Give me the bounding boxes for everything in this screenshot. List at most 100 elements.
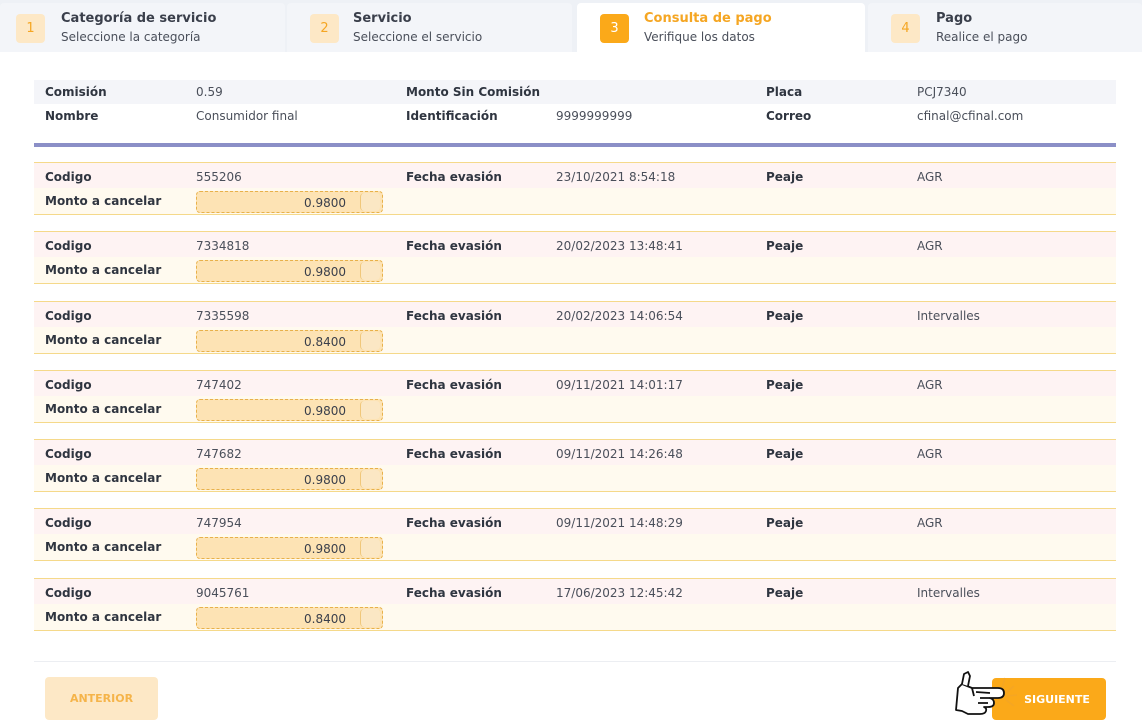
fecha-value: 23/10/2021 8:54:18: [556, 170, 676, 184]
fecha-label: Fecha evasión: [406, 585, 502, 600]
monto-label: Monto a cancelar: [45, 263, 162, 278]
monto-label: Monto a cancelar: [45, 540, 162, 555]
payment-summary: Comisión 0.59 Monto Sin Comisión Placa P…: [34, 80, 1116, 128]
monto-label: Monto a cancelar: [45, 609, 162, 624]
fecha-label: Fecha evasión: [406, 308, 502, 323]
correo-value: cfinal@cfinal.com: [917, 109, 1024, 123]
step-title: Categoría de servicio: [61, 11, 217, 26]
peaje-label: Peaje: [766, 447, 804, 462]
spinner-button[interactable]: [360, 193, 380, 211]
codigo-label: Codigo: [45, 170, 92, 184]
fecha-value: 17/06/2023 12:45:42: [556, 585, 683, 600]
step-number: 1: [16, 14, 45, 43]
monto-value: 0.9800: [304, 542, 346, 557]
monto-input[interactable]: 0.9800: [196, 191, 383, 213]
fecha-label: Fecha evasión: [406, 447, 502, 462]
step-number: 3: [600, 14, 629, 43]
peaje-value: Intervalles: [917, 585, 980, 600]
monto-value: 0.9800: [304, 265, 346, 280]
fecha-value: 20/02/2023 13:48:41: [556, 239, 683, 254]
codigo-label: Codigo: [45, 516, 92, 531]
identificacion-label: Identificación: [406, 109, 498, 123]
monto-input[interactable]: 0.9800: [196, 537, 383, 560]
codigo-label: Codigo: [45, 239, 92, 254]
step-number: 4: [891, 14, 920, 43]
spinner-button[interactable]: [360, 539, 380, 558]
list-item: Codigo 555206 Fecha evasión 23/10/2021 8…: [34, 162, 1116, 231]
monto-input[interactable]: 0.8400: [196, 329, 383, 352]
peaje-value: AGR: [917, 516, 943, 531]
spinner-button[interactable]: [360, 262, 380, 281]
step-title: Servicio: [353, 11, 412, 26]
codigo-value: 7334818: [196, 239, 250, 254]
monto-label: Monto a cancelar: [45, 471, 162, 486]
step-1[interactable]: 1 Categoría de servicio Seleccione la ca…: [0, 3, 285, 52]
codigo-value: 9045761: [196, 585, 250, 600]
monto-value: 0.8400: [304, 611, 346, 626]
list-item: Codigo 7334818 Fecha evasión 20/02/2023 …: [34, 231, 1116, 300]
fecha-label: Fecha evasión: [406, 516, 502, 531]
codigo-value: 747402: [196, 377, 242, 392]
fecha-value: 09/11/2021 14:01:17: [556, 377, 683, 392]
step-subtitle: Realice el pago: [936, 30, 1028, 44]
fecha-value: 09/11/2021 14:48:29: [556, 516, 683, 531]
list-item: Codigo 747954 Fecha evasión 09/11/2021 1…: [34, 508, 1116, 577]
monto-value: 0.9800: [304, 473, 346, 488]
footer-divider: [34, 661, 1116, 662]
monto-input[interactable]: 0.9800: [196, 260, 383, 283]
fecha-value: 09/11/2021 14:26:48: [556, 447, 683, 462]
step-subtitle: Seleccione la categoría: [61, 30, 201, 44]
codigo-value: 747682: [196, 447, 242, 462]
monto-sin-comision-label: Monto Sin Comisión: [406, 85, 541, 99]
monto-label: Monto a cancelar: [45, 332, 162, 347]
spinner-button[interactable]: [360, 608, 380, 627]
peaje-label: Peaje: [766, 308, 804, 323]
peaje-value: AGR: [917, 170, 943, 184]
monto-label: Monto a cancelar: [45, 194, 162, 208]
spinner-button[interactable]: [360, 400, 380, 419]
fecha-label: Fecha evasión: [406, 377, 502, 392]
nombre-label: Nombre: [45, 109, 99, 123]
comision-value: 0.59: [196, 85, 223, 99]
monto-input[interactable]: 0.8400: [196, 606, 383, 629]
pointing-hand-icon: [955, 671, 1018, 715]
nombre-value: Consumidor final: [196, 109, 298, 123]
list-item: Codigo 747682 Fecha evasión 09/11/2021 1…: [34, 439, 1116, 508]
peaje-value: Intervalles: [917, 308, 980, 323]
step-4[interactable]: 4 Pago Realice el pago: [868, 3, 1142, 52]
anterior-button[interactable]: ANTERIOR: [45, 677, 158, 720]
step-title: Pago: [936, 11, 973, 26]
fecha-value: 20/02/2023 14:06:54: [556, 308, 683, 323]
summary-row: Comisión 0.59 Monto Sin Comisión Placa P…: [34, 80, 1116, 104]
spinner-button[interactable]: [360, 470, 380, 489]
list-item: Codigo 747402 Fecha evasión 09/11/2021 1…: [34, 369, 1116, 439]
peaje-label: Peaje: [766, 516, 804, 531]
stepper: 1 Categoría de servicio Seleccione la ca…: [0, 0, 1142, 52]
monto-label: Monto a cancelar: [45, 401, 162, 416]
spinner-button[interactable]: [360, 331, 380, 350]
placa-label: Placa: [766, 85, 803, 99]
step-subtitle: Verifique los datos: [644, 30, 755, 44]
step-3[interactable]: 3 Consulta de pago Verifique los datos: [577, 3, 865, 52]
list-item: Codigo 7335598 Fecha evasión 20/02/2023 …: [34, 300, 1116, 370]
peaje-value: AGR: [917, 447, 943, 462]
peaje-label: Peaje: [766, 377, 804, 392]
monto-value: 0.8400: [304, 334, 346, 349]
correo-label: Correo: [766, 109, 812, 123]
evasion-list: Codigo 555206 Fecha evasión 23/10/2021 8…: [34, 162, 1116, 647]
step-subtitle: Seleccione el servicio: [353, 30, 483, 44]
step-number: 2: [310, 14, 339, 43]
codigo-value: 747954: [196, 516, 242, 531]
fecha-label: Fecha evasión: [406, 239, 502, 254]
step-2[interactable]: 2 Servicio Seleccione el servicio: [287, 3, 572, 52]
summary-row: Nombre Consumidor final Identificación 9…: [34, 104, 1116, 128]
peaje-value: AGR: [917, 377, 943, 392]
fecha-label: Fecha evasión: [406, 170, 502, 184]
section-divider: [34, 143, 1116, 147]
codigo-label: Codigo: [45, 585, 92, 600]
step-title: Consulta de pago: [644, 11, 772, 26]
monto-input[interactable]: 0.9800: [196, 398, 383, 421]
list-item: Codigo 9045761 Fecha evasión 17/06/2023 …: [34, 577, 1116, 647]
monto-input[interactable]: 0.9800: [196, 468, 383, 491]
monto-value: 0.9800: [304, 196, 346, 210]
